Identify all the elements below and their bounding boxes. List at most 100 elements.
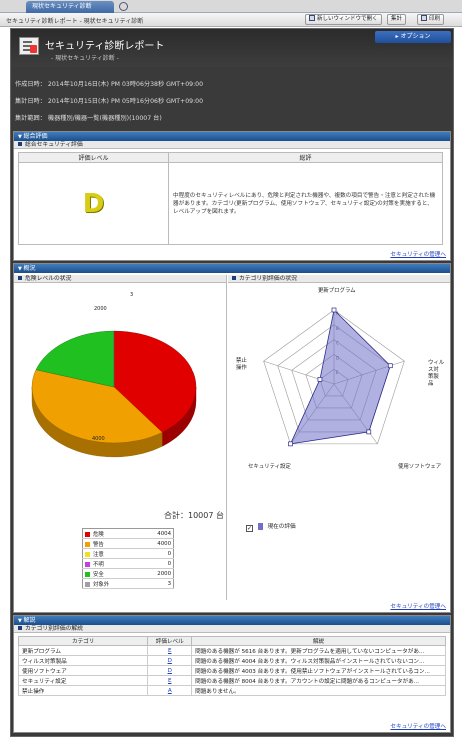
bullet-icon	[18, 142, 22, 146]
risk-level-title: 危険レベルの状況	[25, 276, 72, 282]
pie-data-label: 4000	[92, 436, 105, 442]
security-management-link[interactable]: セキュリティの管理へ	[390, 250, 446, 258]
overall-subtitle: 総合セキュリティ評価	[25, 142, 83, 148]
radar-axis-label: 禁止	[236, 356, 247, 364]
radar-axis-label: 使用ソフトウェア	[398, 462, 441, 470]
overall-subheader: 総合セキュリティ評価	[14, 141, 450, 149]
report-icon	[19, 37, 39, 55]
radar-axis-label: 更新プログラム	[318, 286, 356, 294]
detail-level-link[interactable]: E	[147, 645, 193, 656]
pie-data-label: 3	[130, 292, 133, 298]
radar-axis-label: セキュリティ設定	[248, 462, 291, 470]
total-devices: 合計：10007 台	[164, 511, 224, 520]
aggregate-label: 集計	[391, 16, 403, 22]
table-row: 禁止操作 A 問題ありません。	[17, 685, 446, 696]
radar-legend: ✓ 現在の評価	[246, 522, 296, 532]
col-level-header: 評価レベル	[18, 152, 169, 163]
legend-row: 注意 0	[82, 548, 174, 559]
table-row: 使用ソフトウェア D 問題のある機器が 4003 台あります。使用禁止ソフトウェアが…	[17, 665, 446, 676]
table-row: セキュリティ設定 E 問題のある機器が 8004 台あります。アカウントの設定に問題…	[17, 675, 446, 686]
legend-label: 対象外	[82, 578, 139, 589]
toolbar: セキュリティ診断レポート - 現状セキュリティ診断 新しいウィンドウで開く 集計…	[0, 13, 462, 27]
series-swatch	[257, 523, 263, 530]
category-radar-chart: ABCDE更新プログラムウィルス対策製品使用ソフトウェアセキュリティ設定禁止操作	[236, 286, 445, 470]
report-subtitle: - 現状セキュリティ診断 -	[51, 55, 119, 62]
radar-axis-label: ス対	[428, 365, 439, 373]
details-subtitle: カテゴリ別評価の解説	[25, 626, 83, 632]
legend-swatch	[85, 531, 90, 537]
radar-point	[366, 429, 372, 435]
legend-row: 危険 4004	[82, 528, 174, 539]
report-title: セキュリティ診断レポート	[45, 41, 165, 52]
detail-category: セキュリティ設定	[17, 675, 149, 686]
detail-description: 問題のある機器が 4004 台あります。ウィルス対策製品がインストールされていな…	[191, 655, 446, 666]
breadcrumb: セキュリティ診断レポート - 現状セキュリティ診断	[6, 18, 144, 25]
detail-description: 問題のある機器が 4003 台あります。使用禁止ソフトウェアがインストールされて…	[191, 665, 446, 676]
legend-value: 4004	[138, 528, 174, 539]
radar-series-name: 現在の評価	[267, 524, 296, 530]
legend-swatch	[85, 541, 90, 547]
legend-label: 不明	[82, 558, 139, 569]
legend-swatch	[85, 561, 90, 567]
created-date: 作成日時： 2014年10月16日(木) PM 03時06分38秒 GMT+09…	[15, 81, 204, 88]
legend-label: 警告	[82, 538, 139, 549]
radar-series-area	[289, 309, 391, 445]
security-management-link-2[interactable]: セキュリティの管理へ	[390, 602, 446, 610]
checkbox-icon[interactable]: ✓	[246, 525, 253, 532]
detail-level-link[interactable]: A	[147, 685, 193, 696]
risk-pie-chart: 3 2000 4004 4000	[31, 292, 205, 458]
radar-axis-label: 策製	[428, 372, 439, 380]
summary-section-header[interactable]: 概況	[14, 264, 450, 273]
category-eval-header: カテゴリ別評価の状況	[228, 275, 450, 283]
bullet-icon	[18, 276, 22, 280]
detail-level-link[interactable]: E	[147, 675, 193, 686]
print-label: 印刷	[429, 16, 441, 22]
bullet-icon	[18, 626, 22, 630]
radar-point	[331, 307, 337, 313]
radar-point	[288, 441, 293, 447]
legend-label: 安全	[82, 568, 139, 579]
report-meta: 作成日時： 2014年10月16日(木) PM 03時06分38秒 GMT+09…	[11, 67, 453, 133]
report-header: セキュリティ診断レポート - 現状セキュリティ診断 - ▸ オプション	[11, 29, 453, 67]
legend-value: 0	[138, 548, 174, 559]
new-window-label: 新しいウィンドウで開く	[317, 16, 378, 22]
detail-description: 問題のある機器が 5616 台あります。更新プログラムを適用していないコンピュー…	[191, 645, 446, 656]
detail-level-link[interactable]: D	[147, 665, 193, 676]
security-management-link-3[interactable]: セキュリティの管理へ	[390, 722, 446, 730]
legend-label: 危険	[82, 528, 139, 539]
detail-description: 問題のある機器が 8004 台あります。アカウントの設定に問題があるコンピュータ…	[191, 675, 446, 686]
legend-row: 対象外 3	[82, 578, 174, 589]
new-window-icon	[309, 15, 315, 21]
bullet-icon	[232, 276, 236, 280]
overall-panel: 総合評価 総合セキュリティ評価 評価レベル 総評 D 中程度のセキュリティレベル…	[13, 131, 451, 261]
print-button[interactable]: 印刷	[417, 14, 445, 25]
aggregate-scope: 集計範囲： 機器種別/機器一覧(機器種別)(10007 台)	[15, 115, 162, 122]
summary-panel: 概況 危険レベルの状況 カテゴリ別評価の状況 3200040044000 合計：…	[13, 263, 451, 613]
legend-row: 不明 0	[82, 558, 174, 569]
category-detail-table: カテゴリ 評価レベル 解説 更新プログラム E 問題のある機器が 5616 台あります。更…	[17, 636, 446, 696]
detail-level-link[interactable]: D	[147, 655, 193, 666]
legend-swatch	[85, 551, 90, 557]
detail-category: 更新プログラム	[17, 645, 149, 656]
detail-category: 使用ソフトウェア	[17, 665, 149, 676]
overall-table: 評価レベル 総評 D 中程度のセキュリティレベルにあり、危険と判定された機器や、…	[18, 152, 443, 245]
legend-value: 0	[138, 558, 174, 569]
new-window-button[interactable]: 新しいウィンドウで開く	[305, 14, 382, 25]
aggregate-button[interactable]: 集計	[387, 14, 407, 25]
details-section-header[interactable]: 解説	[14, 616, 450, 625]
legend-swatch	[85, 571, 90, 577]
tab-security-diagnosis[interactable]: 現状セキュリティ診断	[26, 1, 114, 13]
legend-value: 4000	[138, 538, 174, 549]
detail-col-header: 解説	[191, 636, 446, 646]
detail-col-header: 評価レベル	[147, 636, 193, 646]
refresh-icon[interactable]	[119, 2, 128, 11]
overall-section-header[interactable]: 総合評価	[14, 132, 450, 141]
legend-row: 警告 4000	[82, 538, 174, 549]
detail-col-header: カテゴリ	[17, 636, 149, 646]
legend-label: 注意	[82, 548, 139, 559]
option-button[interactable]: ▸ オプション	[375, 31, 451, 43]
col-comment-header: 総評	[168, 152, 443, 163]
detail-description: 問題ありません。	[191, 685, 446, 696]
overall-grade: D	[18, 162, 169, 245]
detail-category: 禁止操作	[17, 685, 149, 696]
